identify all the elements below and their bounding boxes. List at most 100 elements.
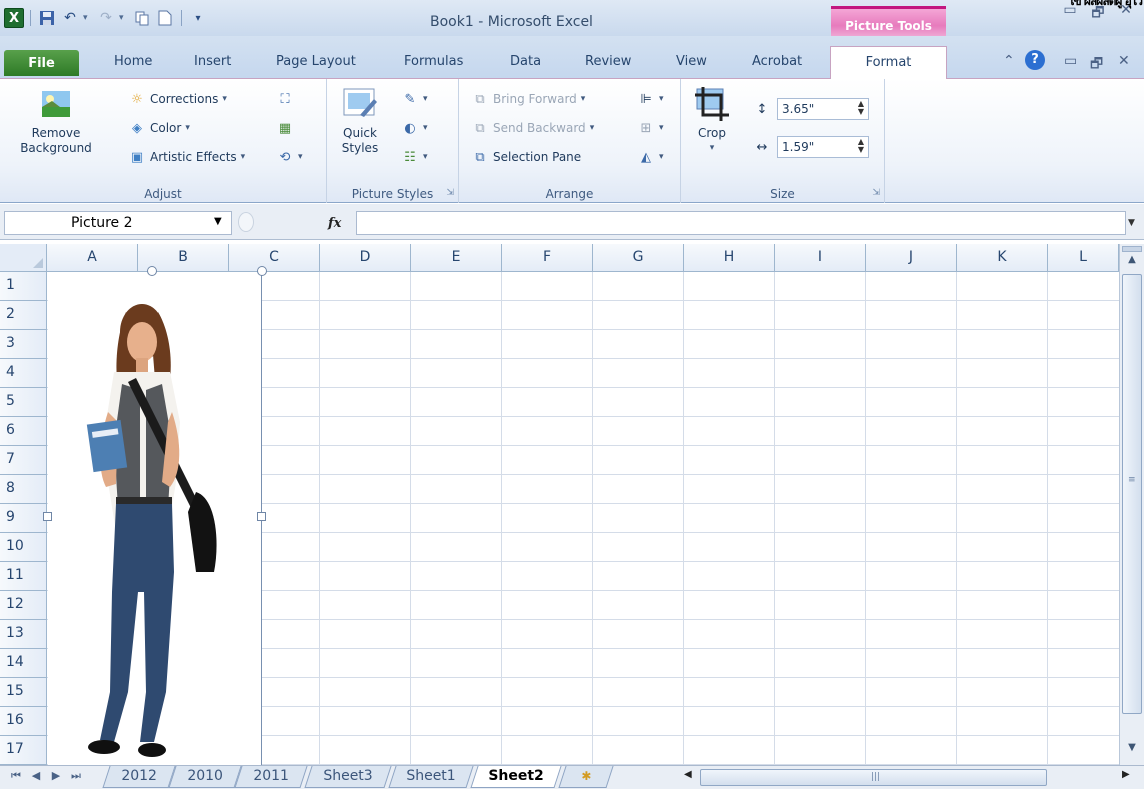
column-header[interactable]: J xyxy=(866,244,957,272)
help-icon[interactable]: ? xyxy=(1025,50,1045,70)
scroll-down-icon[interactable]: ▼ xyxy=(1122,742,1142,760)
tab-view[interactable]: View xyxy=(676,54,707,78)
send-backward-button[interactable]: ⧉ Send Backward ▾ xyxy=(471,117,594,139)
scroll-left-icon[interactable]: ◀ xyxy=(684,769,692,780)
redo-dropdown-icon[interactable]: ▾ xyxy=(119,13,129,23)
workbook-minimize-icon[interactable]: ▭ xyxy=(1064,53,1077,69)
vertical-scrollbar[interactable]: ▲ ≡ ▼ xyxy=(1119,244,1144,765)
picture-layout-button[interactable]: ☷ ▾ xyxy=(401,146,427,168)
scroll-up-icon[interactable]: ▲ xyxy=(1122,254,1142,272)
row-header[interactable]: 3 xyxy=(0,330,47,359)
formula-bar-divider[interactable] xyxy=(238,212,254,232)
save-icon[interactable] xyxy=(37,8,57,28)
customize-icon[interactable]: ▾ xyxy=(188,8,208,28)
row-header[interactable]: 5 xyxy=(0,388,47,417)
dialog-launcher-icon[interactable]: ⇲ xyxy=(446,188,454,198)
row-header[interactable]: 2 xyxy=(0,301,47,330)
tab-format[interactable]: Format xyxy=(830,46,947,79)
compress-pictures-button[interactable]: ⛶ xyxy=(276,88,294,110)
undo-dropdown-icon[interactable]: ▾ xyxy=(83,13,93,23)
insert-function-button[interactable]: fx xyxy=(328,216,341,231)
tab-review[interactable]: Review xyxy=(585,54,631,78)
reset-picture-button[interactable]: ⟲ ▾ xyxy=(276,146,303,168)
column-header[interactable]: F xyxy=(502,244,593,272)
tab-home[interactable]: Home xyxy=(114,54,152,78)
row-header[interactable]: 10 xyxy=(0,533,47,562)
row-header[interactable]: 4 xyxy=(0,359,47,388)
column-header[interactable]: H xyxy=(684,244,775,272)
chevron-down-icon[interactable]: ▾ xyxy=(689,141,735,156)
select-all-button[interactable] xyxy=(0,244,47,272)
row-header[interactable]: 1 xyxy=(0,272,47,301)
rotate-button[interactable]: ◭ ▾ xyxy=(637,146,664,168)
picture-handle-top-center-icon[interactable] xyxy=(147,266,157,276)
column-header[interactable]: D xyxy=(320,244,411,272)
tab-acrobat[interactable]: Acrobat xyxy=(752,54,802,78)
row-header[interactable]: 11 xyxy=(0,562,47,591)
row-header[interactable]: 9 xyxy=(0,504,47,533)
tab-data[interactable]: Data xyxy=(510,54,541,78)
row-header[interactable]: 12 xyxy=(0,591,47,620)
scroll-right-icon[interactable]: ▶ xyxy=(1122,769,1130,780)
column-header[interactable]: G xyxy=(593,244,684,272)
picture-border-button[interactable]: ✎ ▾ xyxy=(401,88,428,110)
tab-formulas[interactable]: Formulas xyxy=(404,54,463,78)
tab-page-layout[interactable]: Page Layout xyxy=(276,54,356,78)
corrections-button[interactable]: ☼ Corrections ▾ xyxy=(128,88,227,110)
formula-input[interactable] xyxy=(356,211,1126,235)
spinner-arrows-icon[interactable]: ▲ ▼ xyxy=(858,100,864,116)
picture-handle-middle-right-icon[interactable] xyxy=(257,512,266,521)
row-header[interactable]: 16 xyxy=(0,707,47,736)
bring-forward-button[interactable]: ⧉ Bring Forward ▾ xyxy=(471,88,585,110)
spinner-arrows-icon[interactable]: ▲ ▼ xyxy=(858,138,864,154)
horizontal-scrollbar[interactable]: ◀ ||| ▶ xyxy=(676,768,1134,787)
workbook-close-icon[interactable]: ✕ xyxy=(1118,53,1130,69)
align-button[interactable]: ⊫ ▾ xyxy=(637,88,663,110)
workbook-restore-icon[interactable]: 🗗 xyxy=(1090,53,1103,77)
sheet-tab[interactable]: 2010 xyxy=(168,766,242,788)
picture-handle-top-right-icon[interactable] xyxy=(257,266,267,276)
expand-formula-bar-icon[interactable]: ▼ xyxy=(1128,218,1135,228)
change-picture-button[interactable]: ▦ xyxy=(276,117,294,139)
group-objects-button[interactable]: ⊞ ▾ xyxy=(637,117,664,139)
sheet-tab-active[interactable]: Sheet2 xyxy=(470,766,562,788)
selection-pane-button[interactable]: ⧉ Selection Pane xyxy=(471,146,581,168)
insert-worksheet-button[interactable]: ✱ xyxy=(558,766,614,788)
row-header[interactable]: 13 xyxy=(0,620,47,649)
color-button[interactable]: ◈ Color ▾ xyxy=(128,117,190,139)
artistic-effects-button[interactable]: ▣ Artistic Effects ▾ xyxy=(128,146,245,168)
row-header[interactable]: 6 xyxy=(0,417,47,446)
sheet-tab[interactable]: Sheet3 xyxy=(304,766,392,788)
minimize-ribbon-icon[interactable]: ⌃ xyxy=(1003,53,1015,69)
column-header[interactable]: A xyxy=(47,244,138,272)
sheet-tab[interactable]: 2011 xyxy=(234,766,308,788)
crop-button[interactable]: Crop ▾ xyxy=(689,85,735,156)
new-icon[interactable] xyxy=(155,8,175,28)
undo-icon[interactable]: ↶ xyxy=(60,8,80,28)
name-box[interactable]: Picture 2 xyxy=(4,211,232,235)
shape-height-input[interactable]: 3.65" ▲ ▼ xyxy=(777,98,869,120)
column-header[interactable]: C xyxy=(229,244,320,272)
row-header[interactable]: 8 xyxy=(0,475,47,504)
horizontal-scroll-thumb[interactable]: ||| xyxy=(700,769,1047,786)
selected-picture[interactable] xyxy=(43,266,267,765)
split-box-icon[interactable] xyxy=(1122,246,1142,252)
excel-icon[interactable]: X xyxy=(4,8,24,28)
dialog-launcher-icon[interactable]: ⇲ xyxy=(872,188,880,198)
picture-effects-button[interactable]: ◐ ▾ xyxy=(401,117,427,139)
row-header[interactable]: 15 xyxy=(0,678,47,707)
row-header[interactable]: 7 xyxy=(0,446,47,475)
redo-icon[interactable]: ↷ xyxy=(96,8,116,28)
column-header[interactable]: K xyxy=(957,244,1048,272)
column-header[interactable]: E xyxy=(411,244,502,272)
row-header[interactable]: 14 xyxy=(0,649,47,678)
tab-file[interactable]: File xyxy=(4,50,79,76)
vertical-scroll-thumb[interactable]: ≡ xyxy=(1122,274,1142,714)
tab-insert[interactable]: Insert xyxy=(194,54,231,78)
copy-icon[interactable] xyxy=(132,8,152,28)
first-sheet-icon[interactable]: ⏮ xyxy=(8,769,24,783)
row-header[interactable]: 17 xyxy=(0,736,47,765)
quick-styles-button[interactable]: Quick Styles xyxy=(335,85,385,156)
picture-handle-middle-left-icon[interactable] xyxy=(43,512,52,521)
sheet-tab[interactable]: 2012 xyxy=(102,766,176,788)
